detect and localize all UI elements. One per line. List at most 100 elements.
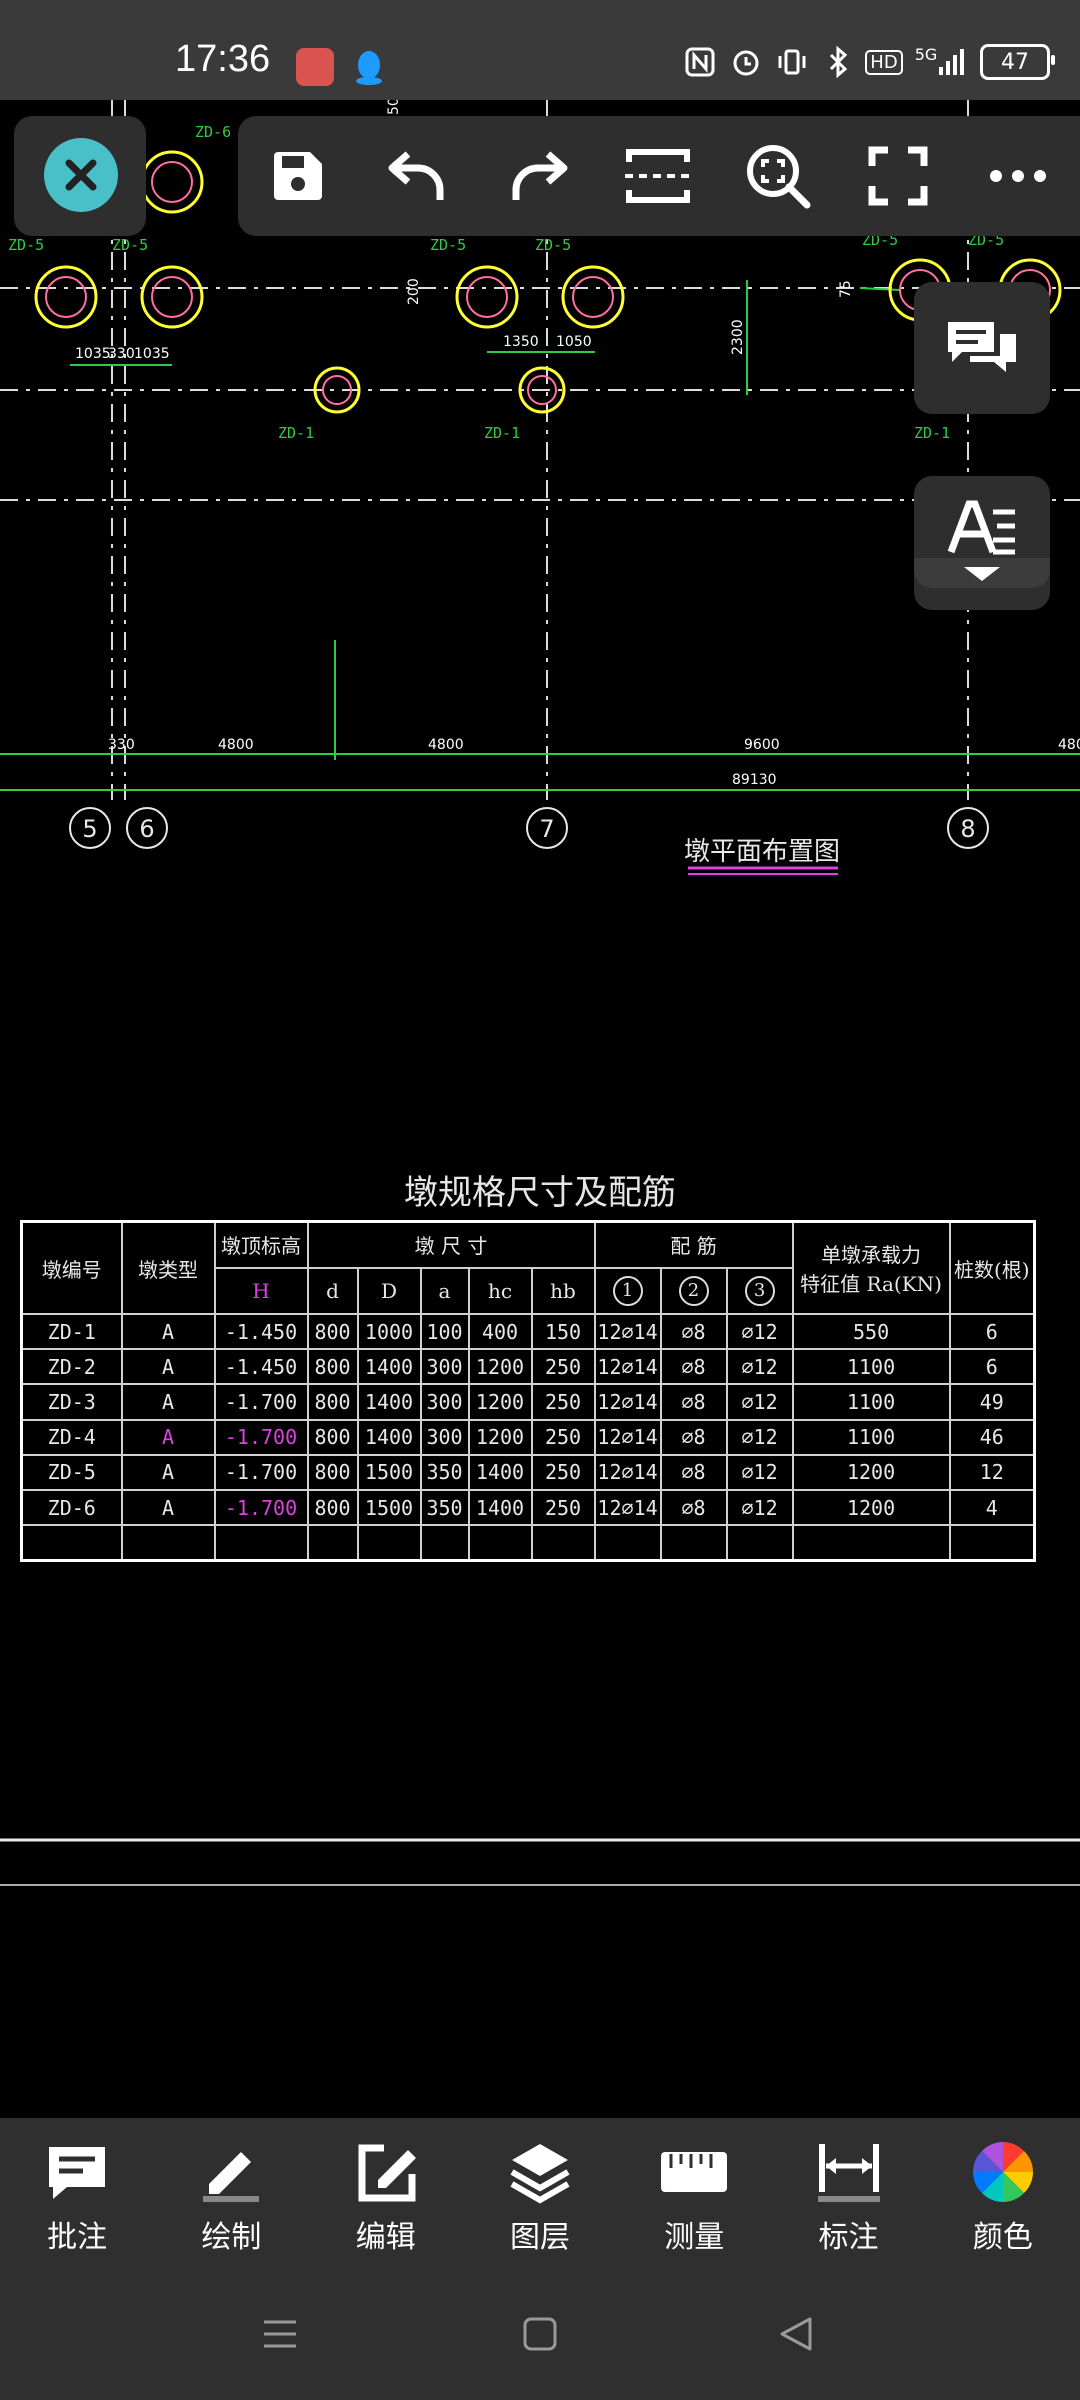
edit-tool[interactable]: 编辑 [316,2140,456,2256]
header-rebar: 配 筋 [593,1220,794,1269]
cell-hc: 1200 [467,1418,533,1456]
axis-label: 5 [82,815,97,843]
dimension-text: 1350 [503,334,539,350]
pile-label: ZD-5 [535,236,571,254]
pencil-icon [199,2140,263,2204]
cell-d: 800 [306,1418,359,1456]
home-button[interactable] [522,2316,558,2356]
save-button[interactable] [238,116,358,236]
cell-rebar-2: ⌀8 [659,1313,728,1351]
cell-hb: 250 [530,1348,596,1386]
cell-rebar-1: 12⌀14 [593,1383,662,1421]
cell-rebar-1: 12⌀14 [593,1453,662,1492]
cell-D: 1400 [356,1383,422,1421]
signal-icon: 5G [914,44,966,80]
app-notification-icon [296,48,334,86]
cell-rebar-2: ⌀8 [659,1489,728,1527]
cell-capacity: 1200 [791,1489,951,1527]
cell-hb: 250 [530,1383,596,1421]
comments-icon [948,322,1016,372]
cell-d: 800 [306,1313,359,1351]
cell-hb: 250 [530,1453,596,1492]
cell-D: 1400 [356,1418,422,1456]
layers-tool[interactable]: 图层 [470,2140,610,2256]
cell-D: 1400 [356,1348,422,1386]
cell-type: A [120,1489,216,1527]
dimension-tool[interactable]: 标注 [779,2140,919,2256]
fullscreen-button[interactable] [838,116,958,236]
close-panel [14,116,146,236]
cell-hc: 1400 [467,1453,533,1492]
system-nav-bar [0,2278,1080,2400]
draw-tool[interactable]: 绘制 [161,2140,301,2256]
cell-rebar-1: 12⌀14 [593,1418,662,1456]
dimension-text: 480 [1058,737,1080,753]
undo-button[interactable] [358,116,478,236]
cell-h: -1.700 [213,1489,309,1527]
comments-button[interactable] [914,282,1050,414]
sub-header-rebar-1: 1 [593,1266,662,1316]
annotation-tool[interactable]: 批注 [7,2140,147,2256]
status-icons: HD 5G 47 [684,44,1055,80]
undo-icon [388,151,444,200]
cell-a: 300 [419,1383,470,1421]
header-capacity: 单墩承载力 特征值 Ra(KN) [791,1220,951,1316]
cell-hc: 400 [467,1313,533,1351]
expand-toggle[interactable] [914,558,1050,588]
sub-header-hc: hc [467,1266,533,1316]
sub-header-rebar-3: 3 [725,1266,794,1316]
nfc-icon [684,44,716,80]
cell-rebar-3: ⌀12 [725,1489,794,1527]
alarm-icon [730,44,762,80]
sub-header-D: D [356,1266,422,1316]
more-icon [990,170,1046,182]
dimension-text: 330 [108,737,135,753]
back-button[interactable] [778,2316,814,2356]
cell-rebar-1: 12⌀14 [593,1348,662,1386]
cell-pier-no: ZD-4 [20,1418,123,1456]
header-pier-size: 墩 尺 寸 [306,1220,596,1269]
redo-button[interactable] [478,116,598,236]
cell-d: 800 [306,1348,359,1386]
color-tool[interactable]: 颜色 [933,2140,1073,2256]
cell-count: 12 [948,1453,1036,1492]
pile-label: ZD-5 [112,236,148,254]
cell-count: 4 [948,1489,1036,1527]
cell-rebar-2: ⌀8 [659,1383,728,1421]
plan-title: 墩平面布置图 [684,837,840,867]
cell-pier-no: ZD-6 [20,1489,123,1527]
status-bar: 17:36 HD 5G 47 [0,0,1080,100]
cell-a: 350 [419,1453,470,1492]
table-row: ZD-2 A -1.450 800 1400 300 1200 250 12⌀14 ⌀8 ⌀12 11… [20,1348,1036,1386]
recent-apps-button[interactable] [262,2316,298,2356]
pile-symbol [34,265,98,329]
zoom-extent-button[interactable] [718,116,838,236]
cell-type: A [120,1453,216,1492]
sub-header-d: d [306,1266,359,1316]
cell-type: A [120,1383,216,1421]
pile-label: ZD-6 [195,123,231,141]
cell-d: 800 [306,1383,359,1421]
table-row: ZD-6 A -1.700 800 1500 350 1400 250 12⌀14 ⌀8 ⌀12 12… [20,1489,1036,1527]
measure-tool[interactable]: 测量 [624,2140,764,2256]
text-style-button[interactable] [914,476,1050,610]
fullscreen-icon [868,146,928,206]
text-format-icon [947,500,1015,555]
cell-rebar-3: ⌀12 [725,1418,794,1456]
cell-a: 350 [419,1489,470,1527]
triangle-down-icon [964,567,1000,581]
cell-pier-no: ZD-5 [20,1453,123,1492]
close-button[interactable] [44,138,118,212]
header-pier-no: 墩编号 [20,1220,123,1316]
pile-label: ZD-1 [914,424,950,442]
axis-label: 6 [139,815,154,843]
home-square-icon [523,2317,557,2351]
dimension-text: 330 [108,346,135,362]
cell-capacity: 1200 [791,1453,951,1492]
cell-rebar-3: ⌀12 [725,1383,794,1421]
more-button[interactable] [958,116,1078,236]
crop-region-button[interactable] [598,116,718,236]
pile-label: ZD-1 [278,424,314,442]
close-icon [65,159,97,191]
cell-D: 1500 [356,1453,422,1492]
